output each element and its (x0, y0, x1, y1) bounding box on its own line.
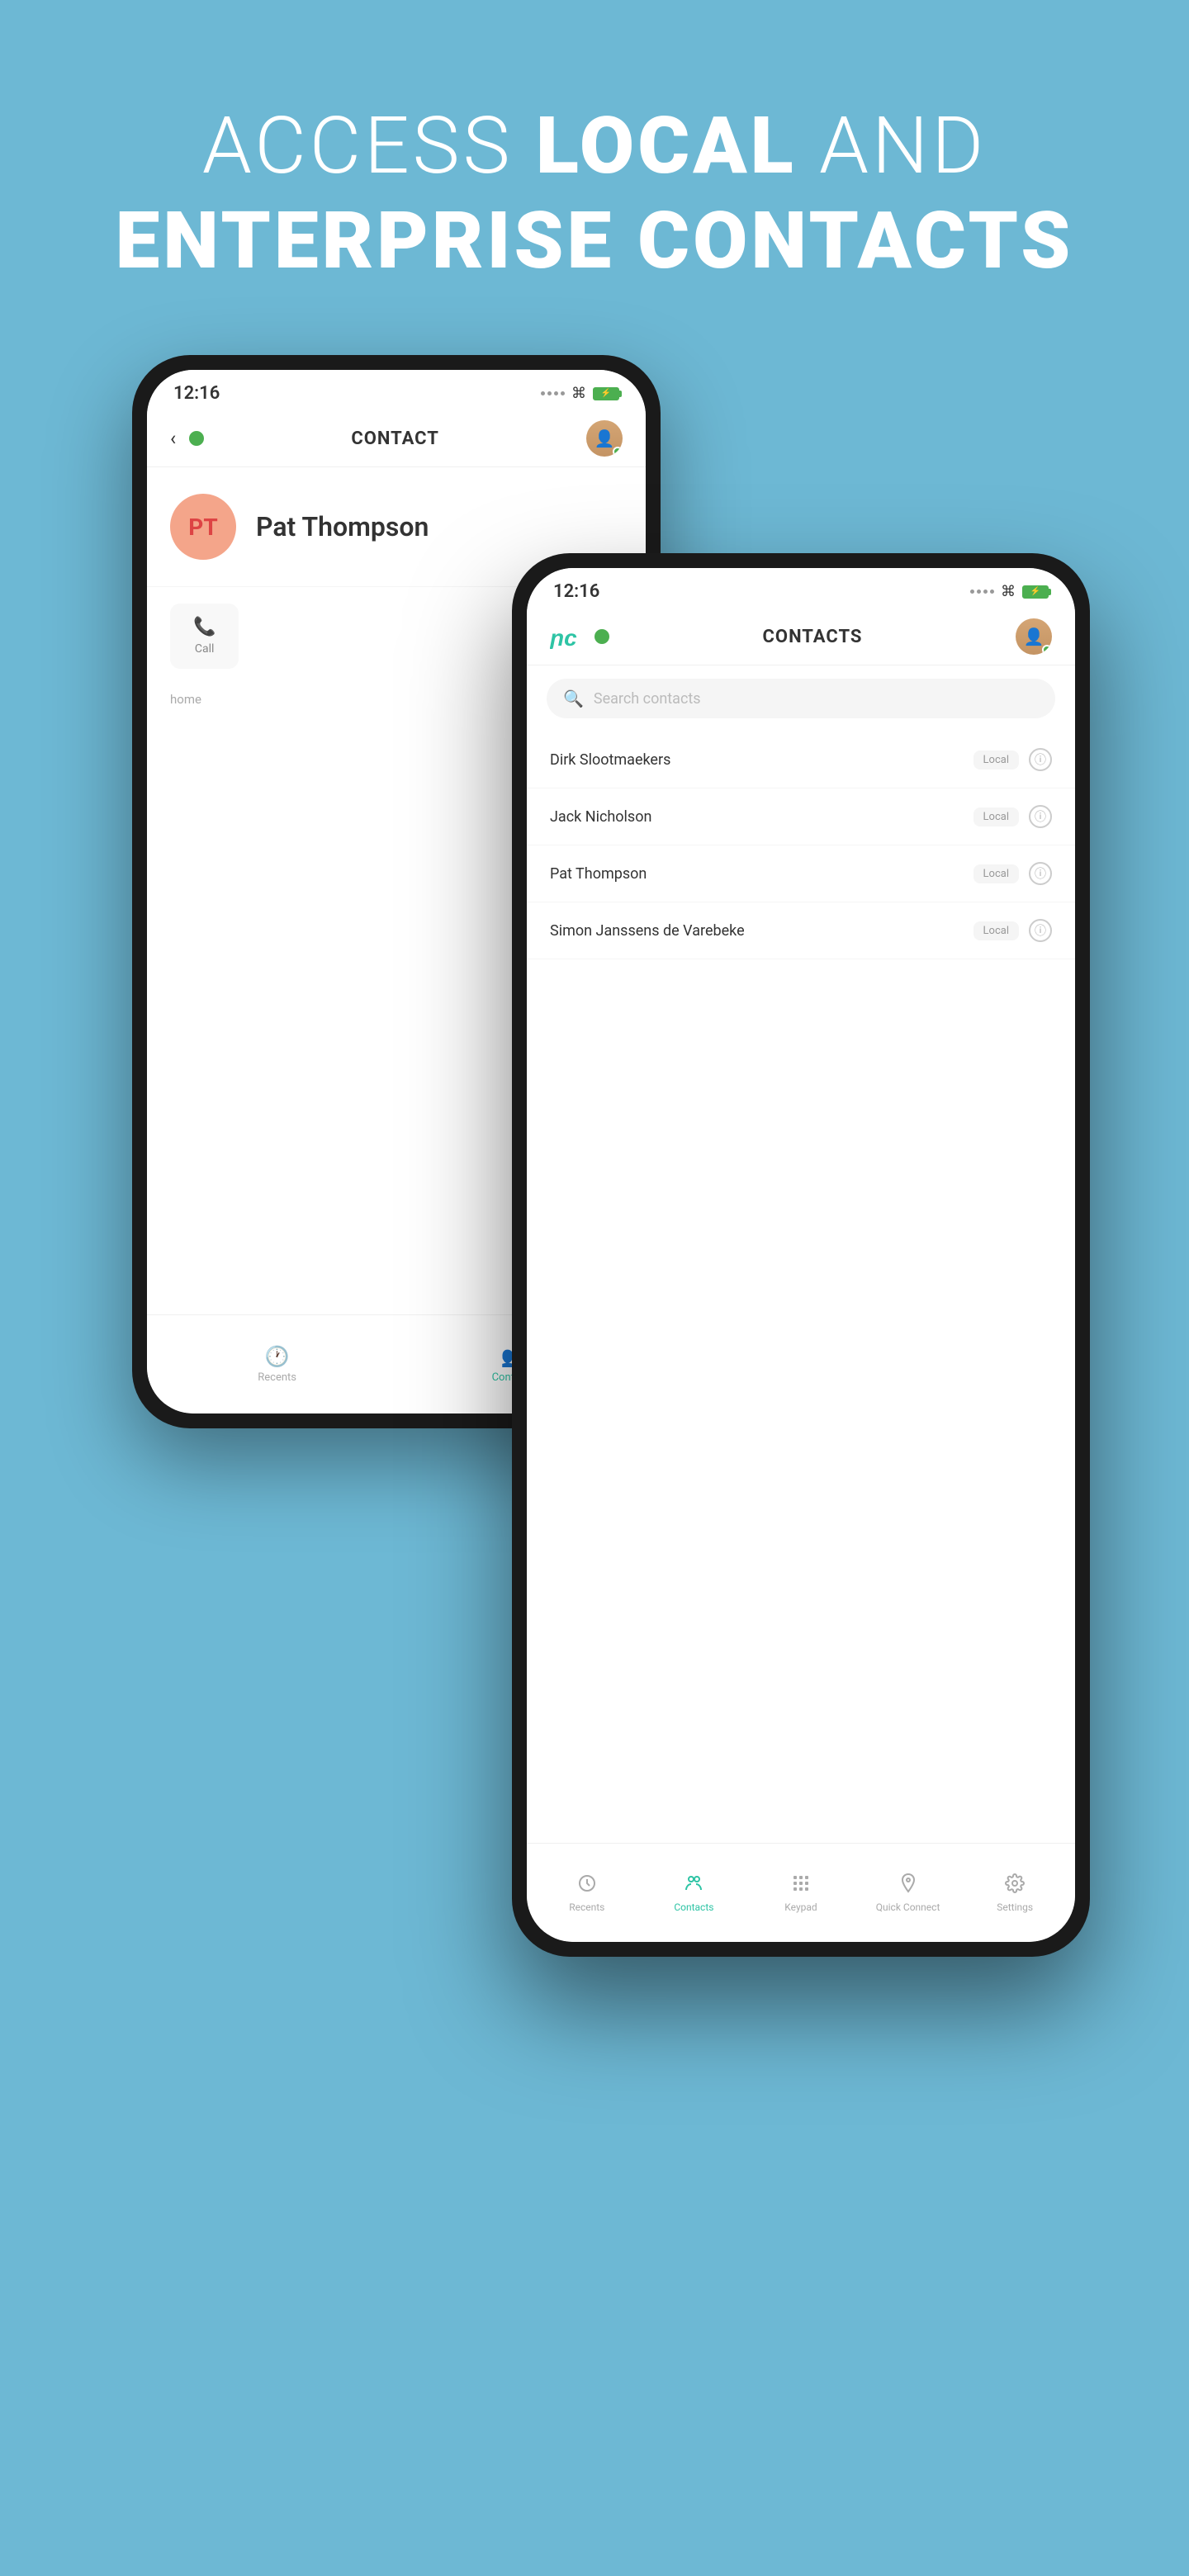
dot3 (554, 391, 558, 395)
fdot2 (977, 590, 981, 594)
dot1 (541, 391, 545, 395)
dot2 (547, 391, 552, 395)
svg-text:ɲc: ɲc (550, 625, 577, 649)
front-recents-icon (577, 1873, 597, 1898)
recents-label: Recents (258, 1371, 296, 1384)
fdot1 (970, 590, 974, 594)
wifi-icon: ⌘ (571, 385, 586, 402)
front-settings-icon (1005, 1873, 1025, 1898)
avatar-online-dot (613, 447, 623, 457)
front-battery-icon: ⚡ (1022, 585, 1049, 599)
front-quickconnect-label: Quick Connect (876, 1901, 940, 1913)
search-icon: 🔍 (563, 689, 584, 708)
info-icon-1[interactable]: ⓘ (1029, 805, 1052, 828)
call-label: Call (195, 642, 215, 656)
front-nav-quickconnect[interactable]: Quick Connect (875, 1873, 941, 1913)
contact-row-1[interactable]: Jack Nicholson Local ⓘ (527, 788, 1075, 845)
recents-icon: 🕐 (265, 1345, 290, 1368)
contact-row-3[interactable]: Simon Janssens de Varebeke Local ⓘ (527, 902, 1075, 959)
front-quickconnect-icon (898, 1873, 918, 1898)
back-nav-bar: ‹ CONTACT 👤 (147, 410, 646, 467)
back-status-time: 12:16 (173, 383, 220, 404)
status-dot-green (189, 431, 204, 446)
nav-avatar[interactable]: 👤 (586, 420, 623, 457)
nav-recents[interactable]: 🕐 Recents (258, 1345, 296, 1384)
fdot4 (990, 590, 994, 594)
info-icon-0[interactable]: ⓘ (1029, 748, 1052, 771)
info-icon-2[interactable]: ⓘ (1029, 862, 1052, 885)
info-icon-3[interactable]: ⓘ (1029, 919, 1052, 942)
front-nav-dot (594, 629, 609, 644)
front-keypad-icon (791, 1873, 811, 1898)
back-status-bar: 12:16 ⌘ ⚡ (147, 370, 646, 410)
front-keypad-label: Keypad (784, 1901, 817, 1913)
front-wifi-icon: ⌘ (1001, 583, 1016, 600)
back-nav-title: CONTACT (204, 429, 586, 449)
front-status-icons: ⌘ ⚡ (970, 583, 1049, 600)
contact-badge-1: Local (973, 807, 1019, 826)
search-input[interactable]: Search contacts (594, 690, 701, 708)
front-nav-contacts[interactable]: Contacts (661, 1873, 727, 1913)
back-arrow-icon[interactable]: ‹ (170, 427, 176, 450)
contact-name-1: Jack Nicholson (550, 808, 973, 826)
app-logo-svg: ɲc (550, 624, 586, 649)
contact-name-large: Pat Thompson (256, 511, 429, 542)
front-battery-bolt: ⚡ (1030, 587, 1040, 596)
contact-badge-0: Local (973, 751, 1019, 769)
contact-badge-3: Local (973, 921, 1019, 940)
phones-container: 12:16 ⌘ ⚡ (99, 355, 1090, 2337)
contact-row-2[interactable]: Pat Thompson Local ⓘ (527, 845, 1075, 902)
phone-front: 12:16 ⌘ ⚡ (512, 553, 1090, 1957)
front-status-bar: 12:16 ⌘ ⚡ (527, 568, 1075, 608)
contact-initials: PT (188, 514, 217, 541)
contact-name-2: Pat Thompson (550, 865, 973, 883)
header-section: ACCESS LOCAL AND ENTERPRISE CONTACTS (116, 99, 1074, 289)
front-nav-avatar[interactable]: 👤 (1016, 618, 1052, 655)
contact-name-3: Simon Janssens de Varebeke (550, 922, 973, 940)
front-status-time: 12:16 (553, 581, 599, 602)
header-line1: ACCESS LOCAL AND (116, 99, 1074, 194)
fdot3 (983, 590, 988, 594)
phone-front-screen: 12:16 ⌘ ⚡ (527, 568, 1075, 1942)
front-signal-dots (970, 590, 994, 594)
front-contacts-icon (684, 1873, 703, 1898)
contact-row-0[interactable]: Dirk Slootmaekers Local ⓘ (527, 732, 1075, 788)
dot4 (561, 391, 565, 395)
signal-dots (541, 391, 565, 395)
front-settings-label: Settings (997, 1901, 1033, 1913)
battery-icon: ⚡ (593, 387, 619, 400)
header-local: LOCAL (536, 100, 797, 192)
back-status-icons: ⌘ ⚡ (541, 385, 619, 402)
front-recents-label: Recents (569, 1901, 604, 1913)
front-nav-bar: ɲc CONTACTS 👤 (527, 608, 1075, 665)
contact-badge-2: Local (973, 864, 1019, 883)
search-container: 🔍 Search contacts (527, 665, 1075, 732)
header-and: AND (797, 100, 988, 192)
battery-bolt: ⚡ (601, 389, 611, 398)
search-bar[interactable]: 🔍 Search contacts (547, 679, 1055, 718)
contacts-list: Dirk Slootmaekers Local ⓘ Jack Nicholson… (527, 732, 1075, 1337)
front-avatar-online (1042, 645, 1052, 655)
header-line2: ENTERPRISE CONTACTS (116, 194, 1074, 289)
header-access: ACCESS (202, 100, 536, 192)
front-nav-settings[interactable]: Settings (982, 1873, 1048, 1913)
contact-name-0: Dirk Slootmaekers (550, 751, 973, 769)
call-icon: 📞 (193, 617, 216, 637)
front-nav-keypad[interactable]: Keypad (768, 1873, 834, 1913)
front-nav-recents[interactable]: Recents (554, 1873, 620, 1913)
contact-avatar-large: PT (170, 494, 236, 560)
front-contacts-label: Contacts (674, 1901, 713, 1913)
front-bottom-nav: Recents Contacts Keypad (527, 1843, 1075, 1942)
front-nav-title: CONTACTS (609, 627, 1016, 647)
call-button[interactable]: 📞 Call (170, 604, 239, 669)
